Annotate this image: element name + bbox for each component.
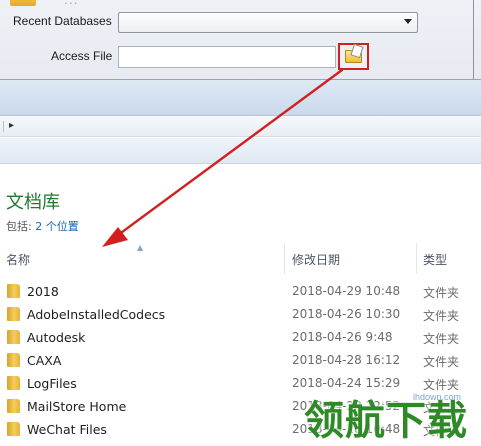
library-locations-link[interactable]: 2 个位置 <box>35 220 79 233</box>
file-type: 文件夹 <box>423 332 460 346</box>
dialog-border <box>473 0 474 80</box>
recent-databases-label: Recent Databases <box>13 14 112 28</box>
watermark-url: lhdown.com <box>413 392 462 402</box>
dialog-title: ... <box>64 0 79 7</box>
file-date: 2018-04-29 10:48 <box>292 284 401 298</box>
column-header-type[interactable]: 类型 <box>423 251 447 268</box>
app-logo <box>10 0 36 6</box>
file-list-header: ▲ 名称 修改日期 类型 <box>0 243 481 274</box>
library-includes-prefix: 包括: <box>6 220 32 233</box>
column-divider[interactable] <box>284 243 285 274</box>
folder-icon <box>7 284 20 298</box>
file-date: 2018-04-28 16:12 <box>292 353 401 367</box>
chevron-right-icon[interactable]: ▸ <box>9 120 14 131</box>
recent-databases-dropdown[interactable] <box>118 12 418 33</box>
file-type: 文件夹 <box>423 286 460 300</box>
file-name: MailStore Home <box>27 399 127 414</box>
explorer-address-bar <box>0 80 481 115</box>
access-file-input[interactable] <box>118 46 336 68</box>
file-name: WeChat Files <box>27 422 107 437</box>
list-item[interactable]: 2018 2018-04-29 10:48 文件夹 <box>0 280 481 303</box>
breadcrumb-separator <box>3 121 4 132</box>
list-item[interactable]: CAXA 2018-04-28 16:12 文件夹 <box>0 349 481 372</box>
list-item[interactable]: Autodesk 2018-04-26 9:48 文件夹 <box>0 326 481 349</box>
dropdown-arrow-icon[interactable] <box>404 19 412 24</box>
folder-icon <box>7 353 20 367</box>
file-name: Autodesk <box>27 330 86 345</box>
file-date: 2018-04-26 10:30 <box>292 307 401 321</box>
command-bar <box>0 138 481 164</box>
folder-icon <box>7 376 20 390</box>
file-name: CAXA <box>27 353 62 368</box>
file-type: 文件夹 <box>423 355 460 369</box>
column-divider[interactable] <box>416 243 417 274</box>
library-title: 文档库 <box>6 192 60 213</box>
library-includes: 包括: 2 个位置 <box>6 218 79 234</box>
folder-icon <box>7 422 20 436</box>
file-name: AdobeInstalledCodecs <box>27 307 166 322</box>
folder-icon <box>7 399 20 413</box>
sort-ascending-icon: ▲ <box>137 243 144 252</box>
browse-file-button[interactable] <box>338 43 369 70</box>
list-item[interactable]: AdobeInstalledCodecs 2018-04-26 10:30 文件… <box>0 303 481 326</box>
access-file-label: Access File <box>51 49 113 63</box>
folder-icon <box>7 307 20 321</box>
file-type: 文件夹 <box>423 309 460 323</box>
column-header-date[interactable]: 修改日期 <box>292 251 340 268</box>
breadcrumb[interactable]: ▸ <box>0 115 481 137</box>
file-date: 2018-04-26 9:48 <box>292 330 393 344</box>
column-header-name[interactable]: 名称 <box>6 251 30 268</box>
folder-icon <box>7 330 20 344</box>
access-database-dialog: ... Recent Databases Access File <box>0 0 481 80</box>
file-name: LogFiles <box>27 376 77 391</box>
open-folder-icon <box>345 50 362 63</box>
file-name: 2018 <box>27 284 59 299</box>
